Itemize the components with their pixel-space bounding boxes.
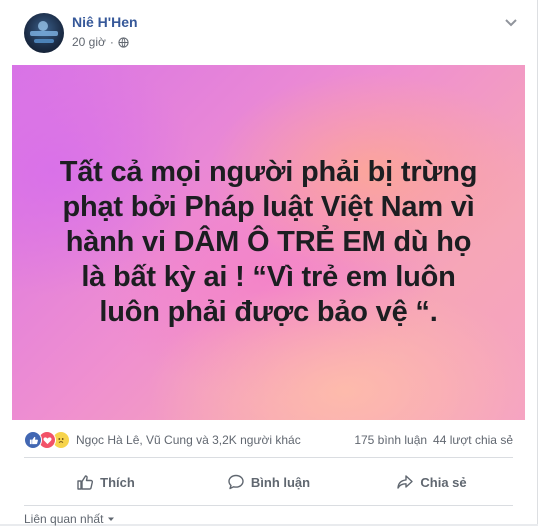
- post-meta: 20 giờ ·: [72, 35, 129, 49]
- author-name[interactable]: Niê H'Hen: [72, 14, 138, 30]
- comment-icon: [228, 474, 244, 490]
- share-button[interactable]: Chia sẻ: [350, 462, 513, 502]
- banner-line: luôn phải được bảo vệ “.: [99, 296, 438, 328]
- divider: [24, 457, 513, 458]
- avatar[interactable]: [24, 13, 64, 53]
- banner-line: hành vi DÂM Ô TRẺ EM dù họ: [65, 226, 472, 258]
- comment-button[interactable]: Bình luận: [187, 462, 350, 502]
- post-time[interactable]: 20 giờ: [72, 35, 106, 49]
- reaction-names[interactable]: Ngọc Hà Lê, Vũ Cung và 3,2K người khác: [76, 433, 301, 447]
- thumbs-up-icon: [77, 475, 94, 490]
- divider: [24, 505, 513, 506]
- banner-line: là bất kỳ ai ! “Vì trẻ em luôn: [81, 261, 456, 293]
- banner-line: Tất cả mọi người phải bị trừng: [59, 156, 478, 188]
- reaction-summary[interactable]: Ngọc Hà Lê, Vũ Cung và 3,2K người khác: [24, 430, 301, 450]
- comment-label: Bình luận: [250, 474, 311, 490]
- share-count[interactable]: 44 lượt chia sẻ: [433, 433, 513, 447]
- comment-count[interactable]: 175 bình luận: [354, 433, 427, 447]
- banner-text: Tất cả mọi người phải bị trừng phạt bởi …: [12, 155, 525, 330]
- globe-icon[interactable]: [118, 36, 129, 48]
- post-stats: 175 bình luận 44 lượt chia sẻ: [354, 433, 513, 447]
- share-icon: [397, 475, 414, 489]
- action-bar: Thích Bình luận Chia sẻ: [24, 462, 513, 502]
- like-label: Thích: [100, 474, 135, 490]
- banner-line: phạt bởi Pháp luật Việt Nam vì: [62, 191, 475, 223]
- like-button[interactable]: Thích: [24, 462, 187, 502]
- like-icon: [24, 431, 42, 449]
- caret-down-icon: [108, 517, 115, 521]
- post-banner: Tất cả mọi người phải bị trừng phạt bởi …: [12, 65, 525, 420]
- post-card: Niê H'Hen 20 giờ · Tất cả mọi người phải…: [0, 0, 538, 526]
- share-label: Chia sẻ: [420, 474, 467, 490]
- chevron-down-icon[interactable]: [503, 14, 519, 30]
